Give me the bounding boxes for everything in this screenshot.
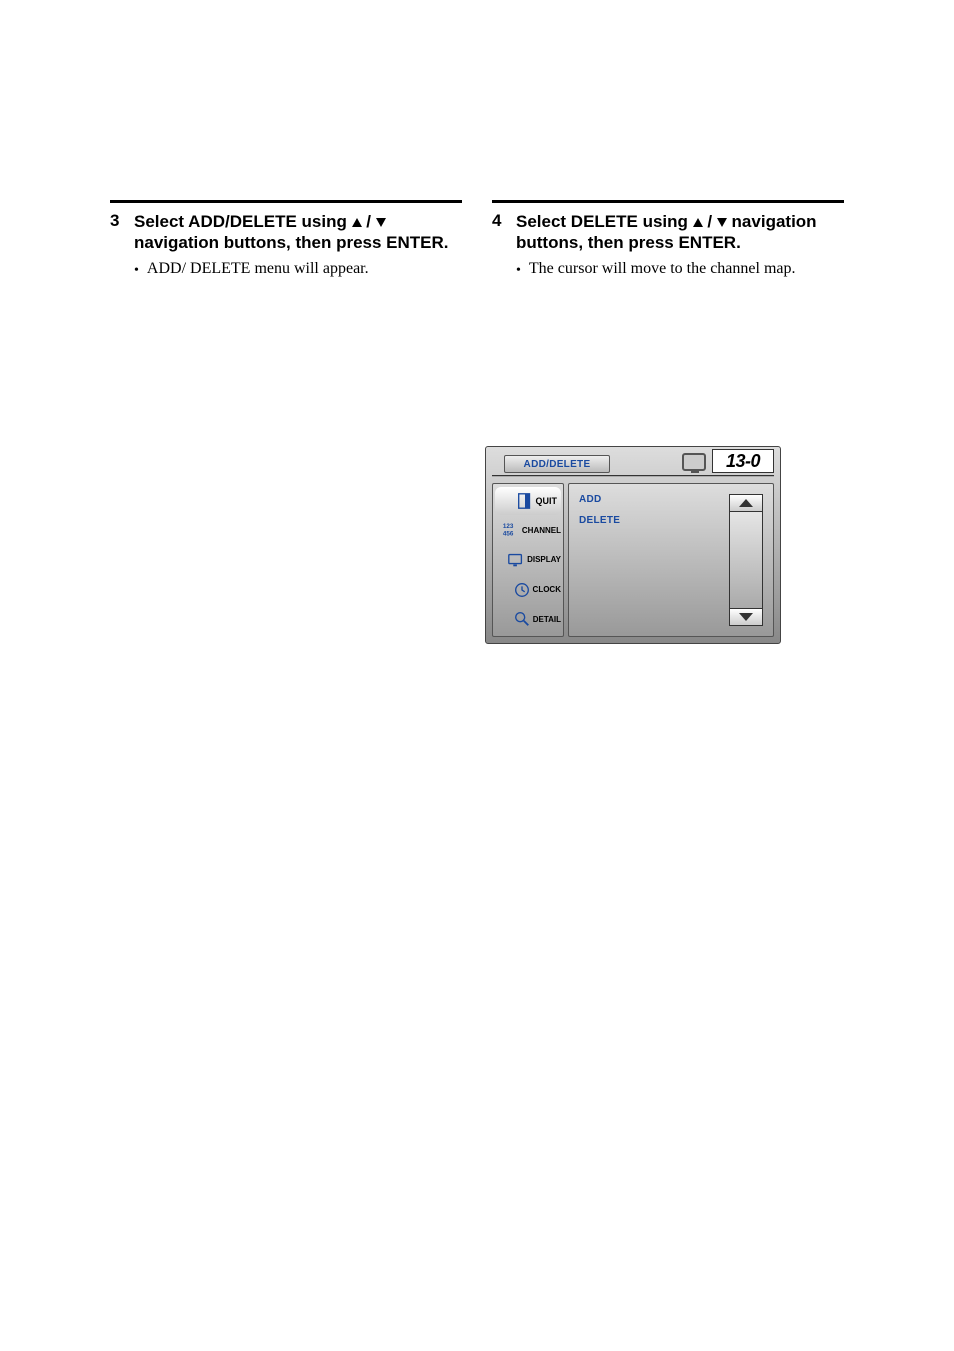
sidebar-item-display[interactable]: DISPLAY: [493, 546, 563, 574]
note-row: • ADD/ DELETE menu will appear.: [134, 260, 462, 279]
channel-number: 13-0: [712, 449, 774, 473]
up-arrow-icon: [693, 218, 703, 227]
bullet-icon: •: [134, 263, 139, 279]
step-instruction: Select DELETE using / navigation buttons…: [516, 211, 844, 254]
triangle-down-icon: [739, 613, 753, 621]
triangle-up-icon: [739, 499, 753, 507]
right-column: 4 Select DELETE using / navigation butto…: [492, 200, 844, 279]
svg-text:123: 123: [503, 524, 514, 531]
clock-icon: [512, 581, 532, 599]
scroll-track[interactable]: [729, 512, 763, 608]
note-text: The cursor will move to the channel map.: [529, 260, 796, 278]
scroll-up-button[interactable]: [729, 494, 763, 512]
tv-icon: [682, 453, 706, 471]
sidebar-item-channel[interactable]: 123456 CHANNEL: [493, 516, 563, 544]
osd-title-tab: ADD/DELETE: [504, 455, 610, 473]
sidebar-item-detail[interactable]: DETAIL: [493, 605, 563, 633]
left-column: 3 Select ADD/DELETE using / navigation b…: [110, 200, 462, 279]
magnifier-icon: [512, 610, 532, 628]
scroll-down-button[interactable]: [729, 608, 763, 626]
divider: [492, 475, 774, 477]
door-icon: [515, 492, 535, 510]
scroll-box: [729, 494, 763, 626]
down-arrow-icon: [717, 218, 727, 227]
step-number: 3: [110, 211, 124, 231]
divider: [492, 200, 844, 203]
note-row: • The cursor will move to the channel ma…: [516, 260, 844, 279]
step-number: 4: [492, 211, 506, 231]
monitor-icon: [506, 551, 526, 569]
step-instruction: Select ADD/DELETE using / navigation but…: [134, 211, 462, 254]
osd-menu: ADD/DELETE 13-0 QUIT 123456 CHANNEL: [485, 446, 781, 644]
down-arrow-icon: [376, 218, 386, 227]
svg-text:456: 456: [503, 531, 514, 538]
up-arrow-icon: [352, 218, 362, 227]
note-text: ADD/ DELETE menu will appear.: [147, 260, 369, 278]
bullet-icon: •: [516, 263, 521, 279]
divider: [110, 200, 462, 203]
sidebar-item-quit[interactable]: QUIT: [495, 487, 561, 515]
osd-sidebar: QUIT 123456 CHANNEL DISPLAY CLOCK: [492, 483, 564, 637]
numbers-icon: 123456: [501, 521, 521, 539]
sidebar-item-clock[interactable]: CLOCK: [493, 576, 563, 604]
osd-main-panel: ADD DELETE: [568, 483, 774, 637]
